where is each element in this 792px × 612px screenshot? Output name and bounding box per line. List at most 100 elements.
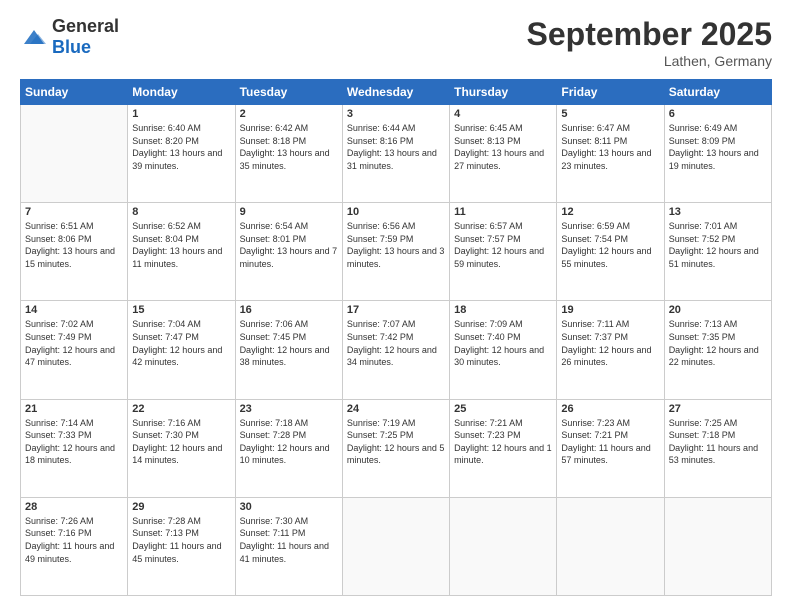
day-info: Sunrise: 6:56 AMSunset: 7:59 PMDaylight:…	[347, 220, 445, 270]
day-number: 5	[561, 108, 659, 120]
calendar-cell: 3 Sunrise: 6:44 AMSunset: 8:16 PMDaylight…	[342, 105, 449, 203]
day-number: 9	[240, 206, 338, 218]
calendar-cell: 18 Sunrise: 7:09 AMSunset: 7:40 PMDayligh…	[450, 301, 557, 399]
day-info: Sunrise: 6:49 AMSunset: 8:09 PMDaylight:…	[669, 122, 767, 172]
day-info: Sunrise: 7:25 AMSunset: 7:18 PMDaylight:…	[669, 417, 767, 467]
weekday-header: Tuesday	[235, 80, 342, 105]
day-info: Sunrise: 7:04 AMSunset: 7:47 PMDaylight:…	[132, 318, 230, 368]
day-info: Sunrise: 7:19 AMSunset: 7:25 PMDaylight:…	[347, 417, 445, 467]
calendar-cell: 15 Sunrise: 7:04 AMSunset: 7:47 PMDayligh…	[128, 301, 235, 399]
day-number: 10	[347, 206, 445, 218]
calendar-cell: 11Sunrise: 6:57 AMSunset: 7:57 PMDayligh…	[450, 203, 557, 301]
month-title: September 2025	[527, 16, 772, 53]
day-number: 30	[240, 501, 338, 513]
day-info: Sunrise: 6:42 AMSunset: 8:18 PMDaylight:…	[240, 122, 338, 172]
day-number: 4	[454, 108, 552, 120]
day-number: 12	[561, 206, 659, 218]
calendar-cell: 25 Sunrise: 7:21 AMSunset: 7:23 PMDayligh…	[450, 399, 557, 497]
calendar-cell: 13 Sunrise: 7:01 AMSunset: 7:52 PMDayligh…	[664, 203, 771, 301]
calendar-cell: 27 Sunrise: 7:25 AMSunset: 7:18 PMDayligh…	[664, 399, 771, 497]
calendar-cell: 14 Sunrise: 7:02 AMSunset: 7:49 PMDayligh…	[21, 301, 128, 399]
day-number: 29	[132, 501, 230, 513]
calendar-cell: 21Sunrise: 7:14 AMSunset: 7:33 PMDayligh…	[21, 399, 128, 497]
calendar-cell: 20 Sunrise: 7:13 AMSunset: 7:35 PMDayligh…	[664, 301, 771, 399]
day-number: 20	[669, 304, 767, 316]
day-info: Sunrise: 7:13 AMSunset: 7:35 PMDaylight:…	[669, 318, 767, 368]
day-number: 3	[347, 108, 445, 120]
location: Lathen, Germany	[527, 53, 772, 69]
calendar-week-row: 14 Sunrise: 7:02 AMSunset: 7:49 PMDayligh…	[21, 301, 772, 399]
day-number: 17	[347, 304, 445, 316]
day-info: Sunrise: 6:40 AMSunset: 8:20 PMDaylight:…	[132, 122, 230, 172]
page: General Blue September 2025 Lathen, Germ…	[0, 0, 792, 612]
logo-blue: Blue	[52, 37, 91, 57]
day-info: Sunrise: 7:01 AMSunset: 7:52 PMDaylight:…	[669, 220, 767, 270]
calendar-cell: 22Sunrise: 7:16 AMSunset: 7:30 PMDayligh…	[128, 399, 235, 497]
day-info: Sunrise: 6:47 AMSunset: 8:11 PMDaylight:…	[561, 122, 659, 172]
day-info: Sunrise: 7:26 AMSunset: 7:16 PMDaylight:…	[25, 515, 123, 565]
weekday-header-row: SundayMondayTuesdayWednesdayThursdayFrid…	[21, 80, 772, 105]
calendar-cell	[664, 497, 771, 595]
calendar-week-row: 1Sunrise: 6:40 AMSunset: 8:20 PMDaylight…	[21, 105, 772, 203]
logo-text: General Blue	[52, 16, 119, 58]
day-number: 13	[669, 206, 767, 218]
calendar-cell: 26Sunrise: 7:23 AMSunset: 7:21 PMDayligh…	[557, 399, 664, 497]
day-info: Sunrise: 7:21 AMSunset: 7:23 PMDaylight:…	[454, 417, 552, 467]
day-info: Sunrise: 6:44 AMSunset: 8:16 PMDaylight:…	[347, 122, 445, 172]
calendar-cell: 1Sunrise: 6:40 AMSunset: 8:20 PMDaylight…	[128, 105, 235, 203]
day-info: Sunrise: 7:16 AMSunset: 7:30 PMDaylight:…	[132, 417, 230, 467]
day-number: 11	[454, 206, 552, 218]
calendar-cell: 2 Sunrise: 6:42 AMSunset: 8:18 PMDaylight…	[235, 105, 342, 203]
calendar-cell: 19Sunrise: 7:11 AMSunset: 7:37 PMDayligh…	[557, 301, 664, 399]
day-info: Sunrise: 7:02 AMSunset: 7:49 PMDaylight:…	[25, 318, 123, 368]
calendar-week-row: 21Sunrise: 7:14 AMSunset: 7:33 PMDayligh…	[21, 399, 772, 497]
calendar-cell: 23 Sunrise: 7:18 AMSunset: 7:28 PMDayligh…	[235, 399, 342, 497]
calendar-cell: 24 Sunrise: 7:19 AMSunset: 7:25 PMDayligh…	[342, 399, 449, 497]
logo-general: General	[52, 16, 119, 36]
weekday-header: Monday	[128, 80, 235, 105]
weekday-header: Thursday	[450, 80, 557, 105]
day-info: Sunrise: 7:14 AMSunset: 7:33 PMDaylight:…	[25, 417, 123, 467]
day-info: Sunrise: 7:07 AMSunset: 7:42 PMDaylight:…	[347, 318, 445, 368]
weekday-header: Saturday	[664, 80, 771, 105]
calendar-cell: 9 Sunrise: 6:54 AMSunset: 8:01 PMDaylight…	[235, 203, 342, 301]
day-info: Sunrise: 6:54 AMSunset: 8:01 PMDaylight:…	[240, 220, 338, 270]
day-number: 24	[347, 403, 445, 415]
logo-icon	[20, 26, 48, 48]
calendar-table: SundayMondayTuesdayWednesdayThursdayFrid…	[20, 79, 772, 596]
calendar-cell: 12 Sunrise: 6:59 AMSunset: 7:54 PMDayligh…	[557, 203, 664, 301]
day-number: 23	[240, 403, 338, 415]
day-number: 8	[132, 206, 230, 218]
calendar-cell	[342, 497, 449, 595]
title-block: September 2025 Lathen, Germany	[527, 16, 772, 69]
day-number: 6	[669, 108, 767, 120]
day-info: Sunrise: 7:09 AMSunset: 7:40 PMDaylight:…	[454, 318, 552, 368]
calendar-week-row: 7Sunrise: 6:51 AMSunset: 8:06 PMDaylight…	[21, 203, 772, 301]
logo: General Blue	[20, 16, 119, 58]
day-number: 14	[25, 304, 123, 316]
day-info: Sunrise: 6:45 AMSunset: 8:13 PMDaylight:…	[454, 122, 552, 172]
day-info: Sunrise: 6:59 AMSunset: 7:54 PMDaylight:…	[561, 220, 659, 270]
day-number: 18	[454, 304, 552, 316]
day-number: 15	[132, 304, 230, 316]
day-number: 27	[669, 403, 767, 415]
calendar-cell	[557, 497, 664, 595]
day-info: Sunrise: 7:11 AMSunset: 7:37 PMDaylight:…	[561, 318, 659, 368]
calendar-cell: 7Sunrise: 6:51 AMSunset: 8:06 PMDaylight…	[21, 203, 128, 301]
weekday-header: Friday	[557, 80, 664, 105]
day-info: Sunrise: 7:23 AMSunset: 7:21 PMDaylight:…	[561, 417, 659, 467]
weekday-header: Wednesday	[342, 80, 449, 105]
day-info: Sunrise: 6:52 AMSunset: 8:04 PMDaylight:…	[132, 220, 230, 270]
day-number: 25	[454, 403, 552, 415]
day-number: 7	[25, 206, 123, 218]
calendar-cell: 28Sunrise: 7:26 AMSunset: 7:16 PMDayligh…	[21, 497, 128, 595]
day-info: Sunrise: 7:18 AMSunset: 7:28 PMDaylight:…	[240, 417, 338, 467]
calendar-cell: 6 Sunrise: 6:49 AMSunset: 8:09 PMDaylight…	[664, 105, 771, 203]
calendar-cell: 4 Sunrise: 6:45 AMSunset: 8:13 PMDaylight…	[450, 105, 557, 203]
calendar-cell: 5 Sunrise: 6:47 AMSunset: 8:11 PMDaylight…	[557, 105, 664, 203]
calendar-cell: 16Sunrise: 7:06 AMSunset: 7:45 PMDayligh…	[235, 301, 342, 399]
calendar-cell: 30Sunrise: 7:30 AMSunset: 7:11 PMDayligh…	[235, 497, 342, 595]
day-number: 2	[240, 108, 338, 120]
calendar-cell: 29Sunrise: 7:28 AMSunset: 7:13 PMDayligh…	[128, 497, 235, 595]
day-info: Sunrise: 7:06 AMSunset: 7:45 PMDaylight:…	[240, 318, 338, 368]
